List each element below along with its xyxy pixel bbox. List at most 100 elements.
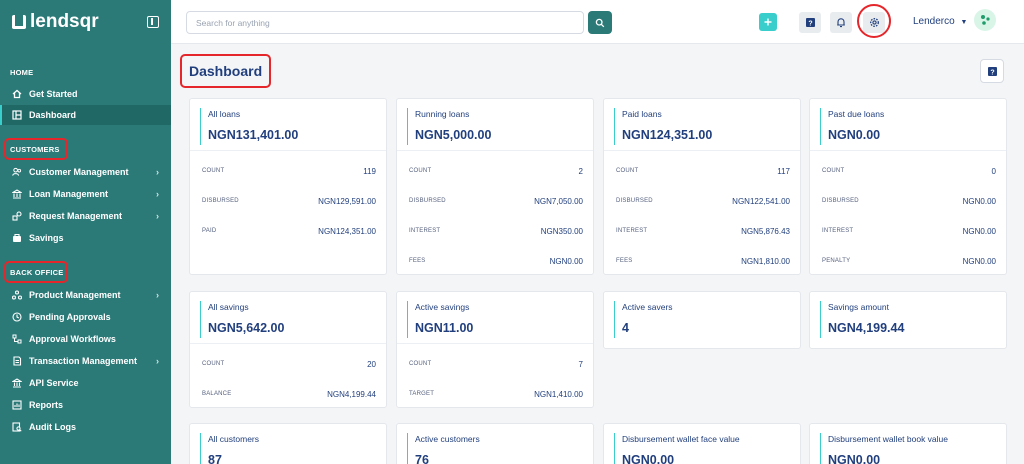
card-label: Active customers: [415, 434, 480, 444]
stat-card-paid-loans[interactable]: Paid loans NGN124,351.00 COUNT 117 DISBURS…: [603, 98, 801, 275]
stat-card-past-due-loans[interactable]: Past due loans NGN0.00 COUNT 0 DISBURSED NG…: [809, 98, 1007, 275]
search-button[interactable]: [588, 11, 612, 34]
stat-card-running-loans[interactable]: Running loans NGN5,000.00 COUNT 2 DISBURSE…: [396, 98, 594, 275]
workflow-icon: [12, 334, 22, 344]
brand-logo[interactable]: lendsqr: [12, 11, 99, 33]
card-value: 76: [415, 453, 429, 464]
page-help-button[interactable]: ?: [980, 59, 1004, 83]
sidebar-item-get-started[interactable]: Get Started: [0, 84, 171, 104]
request-icon: [12, 211, 22, 221]
sidebar-item-label: Get Started: [29, 89, 78, 99]
sidebar-item-label: Customer Management: [29, 167, 129, 177]
sidebar-item-dashboard[interactable]: Dashboard: [0, 105, 171, 125]
row-key: COUNT: [822, 168, 845, 174]
stat-card-active-savings[interactable]: Active savings NGN11.00 COUNT 7 TARGET NGN1…: [396, 291, 594, 408]
audit-icon: [12, 422, 22, 432]
sidebar-item-label: Reports: [29, 400, 64, 410]
piggy-bank-icon: [12, 233, 22, 243]
card-label: Paid loans: [622, 109, 662, 119]
help-book-icon: ?: [987, 66, 997, 76]
sidebar-item-savings[interactable]: Savings: [0, 228, 171, 248]
card-value: NGN5,642.00: [208, 321, 285, 335]
sidebar-item-loan-management[interactable]: Loan Management ›: [0, 184, 171, 204]
card-value: NGN124,351.00: [622, 128, 713, 142]
card-value: NGN0.00: [828, 128, 881, 142]
row-key: DISBURSED: [409, 198, 446, 204]
sidebar-item-label: API Service: [29, 378, 79, 388]
users-icon: [12, 167, 22, 177]
card-row: DISBURSED NGN0.00: [810, 195, 1008, 207]
add-button[interactable]: [759, 13, 777, 31]
highlight-customers: [4, 138, 68, 160]
row-value: 2: [578, 166, 583, 176]
sidebar-item-label: Transaction Management: [29, 356, 138, 366]
row-key: COUNT: [409, 168, 432, 174]
card-label: Running loans: [415, 109, 470, 119]
sidebar-item-transaction-management[interactable]: Transaction Management ›: [0, 351, 171, 371]
card-value: 4: [622, 321, 629, 335]
card-row: BALANCE NGN4,199.44: [190, 388, 388, 400]
card-label: All customers: [208, 434, 260, 444]
stat-card-active-savers[interactable]: Active savers 4: [603, 291, 801, 349]
card-value: NGN0.00: [828, 453, 881, 464]
sidebar-item-api-service[interactable]: API Service: [0, 373, 171, 393]
card-row: INTEREST NGN350.00: [397, 225, 595, 237]
row-key: INTEREST: [822, 228, 854, 234]
card-row: INTEREST NGN0.00: [810, 225, 1008, 237]
sidebar-item-pending-approvals[interactable]: Pending Approvals: [0, 307, 171, 327]
sidebar-item-approval-workflows[interactable]: Approval Workflows: [0, 329, 171, 349]
card-row: FEES NGN1,810.00: [604, 255, 802, 267]
user-menu[interactable]: Lenderco ▼: [913, 16, 967, 27]
row-key: DISBURSED: [822, 198, 859, 204]
row-key: TARGET: [409, 391, 435, 397]
card-row: FEES NGN0.00: [397, 255, 595, 267]
row-key: COUNT: [409, 361, 432, 367]
row-key: COUNT: [616, 168, 639, 174]
row-value: NGN0.00: [962, 256, 996, 266]
sidebar-item-reports[interactable]: Reports: [0, 395, 171, 415]
card-value: 87: [208, 453, 222, 464]
row-value: NGN0.00: [549, 256, 583, 266]
clock-icon: [12, 312, 22, 322]
card-row: PAID NGN124,351.00: [190, 225, 388, 237]
user-name: Lenderco: [913, 16, 955, 27]
row-value: NGN0.00: [962, 196, 996, 206]
card-row: COUNT 2: [397, 165, 595, 177]
card-row: TARGET NGN1,410.00: [397, 388, 595, 400]
collapse-sidebar-icon[interactable]: [147, 16, 159, 28]
row-key: INTEREST: [616, 228, 648, 234]
stat-card-wallet-book-value[interactable]: Disbursement wallet book value NGN0.00: [809, 423, 1007, 464]
card-value: NGN11.00: [415, 321, 474, 335]
section-home: HOME: [10, 68, 34, 77]
brand-name: lendsqr: [30, 11, 99, 32]
highlight-back-office: [4, 261, 68, 283]
row-value: NGN1,410.00: [534, 389, 583, 399]
stat-card-all-customers[interactable]: All customers 87: [189, 423, 387, 464]
row-value: NGN122,541.00: [732, 196, 790, 206]
stat-card-wallet-face-value[interactable]: Disbursement wallet face value NGN0.00: [603, 423, 801, 464]
stat-card-all-loans[interactable]: All loans NGN131,401.00 COUNT 119 DISBURSE…: [189, 98, 387, 275]
stat-card-savings-amount[interactable]: Savings amount NGN4,199.44: [809, 291, 1007, 349]
sidebar-item-label: Product Management: [29, 290, 121, 300]
sidebar-item-request-management[interactable]: Request Management ›: [0, 206, 171, 226]
row-value: 117: [777, 166, 790, 176]
card-label: Past due loans: [828, 109, 885, 119]
notifications-button[interactable]: [830, 12, 852, 33]
avatar[interactable]: [974, 9, 996, 31]
sidebar-item-audit-logs[interactable]: Audit Logs: [0, 417, 171, 437]
product-icon: [12, 290, 22, 300]
row-value: 20: [367, 359, 376, 369]
svg-text:?: ?: [808, 20, 812, 27]
sidebar-item-product-management[interactable]: Product Management ›: [0, 285, 171, 305]
card-row: COUNT 119: [190, 165, 388, 177]
help-button[interactable]: ?: [799, 12, 821, 33]
sidebar-item-label: Pending Approvals: [29, 312, 111, 322]
card-label: All loans: [208, 109, 241, 119]
row-value: NGN0.00: [962, 226, 996, 236]
stat-card-active-customers[interactable]: Active customers 76: [396, 423, 594, 464]
stat-card-all-savings[interactable]: All savings NGN5,642.00 COUNT 20 BALANCE NG…: [189, 291, 387, 408]
search-input[interactable]: [186, 11, 584, 34]
sidebar-item-label: Audit Logs: [29, 422, 76, 432]
sidebar-item-label: Loan Management: [29, 189, 109, 199]
sidebar-item-customer-management[interactable]: Customer Management ›: [0, 162, 171, 182]
